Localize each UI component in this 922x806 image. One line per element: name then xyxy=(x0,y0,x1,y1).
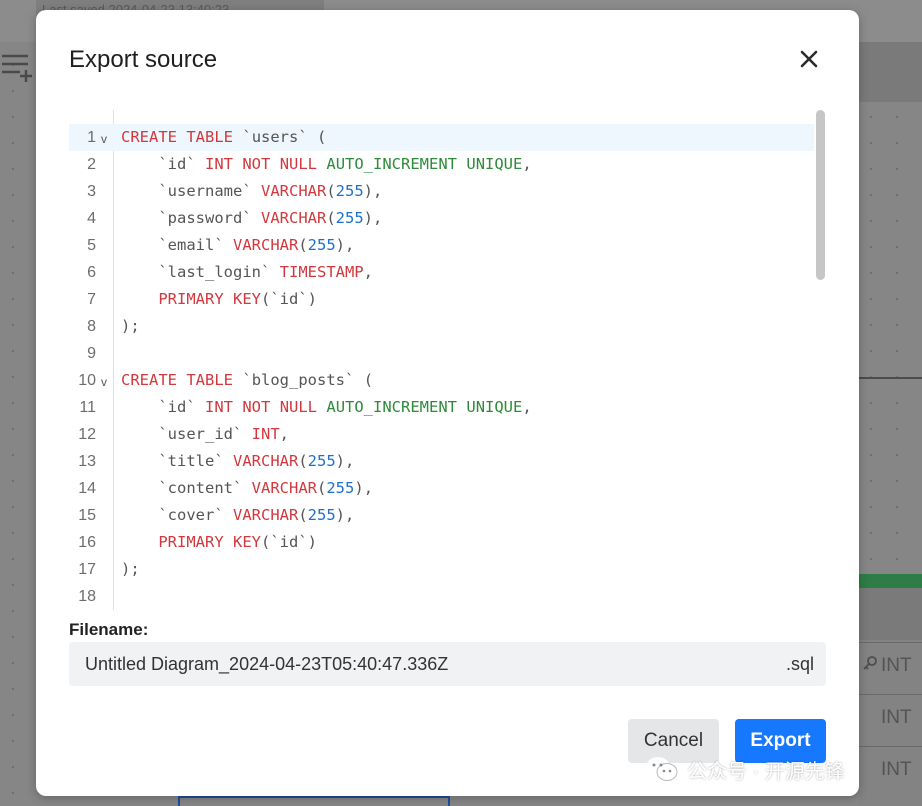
field-type: INT xyxy=(881,707,912,728)
line-number: 11 xyxy=(79,399,96,416)
table-row[interactable]: INT xyxy=(859,694,922,741)
code-text: `id` INT NOT NULL AUTO_INCREMENT UNIQUE, xyxy=(158,398,532,416)
wechat-icon xyxy=(646,757,678,781)
code-line[interactable]: 18 xyxy=(69,583,814,610)
line-number: 4 xyxy=(87,210,96,227)
code-text: `last_login` TIMESTAMP, xyxy=(158,263,373,281)
fold-toggle-icon[interactable]: v xyxy=(101,126,107,153)
code-text: `cover` VARCHAR(255), xyxy=(158,506,355,524)
filename-label: Filename: xyxy=(69,620,149,639)
code-text: PRIMARY KEY(`id`) xyxy=(158,533,318,551)
code-text: CREATE TABLE `users` ( xyxy=(121,128,327,146)
line-number: 6 xyxy=(87,264,96,281)
code-line[interactable]: 14 `content` VARCHAR(255), xyxy=(69,475,814,502)
code-line[interactable]: 10 v CREATE TABLE `blog_posts` ( xyxy=(69,367,814,394)
editor-scrollbar[interactable] xyxy=(816,110,825,280)
line-number: 5 xyxy=(87,237,96,254)
code-text: `content` VARCHAR(255), xyxy=(158,479,374,497)
watermark: 公众号 · 开源先锋 xyxy=(645,752,845,786)
line-number: 8 xyxy=(87,318,96,335)
code-text: CREATE TABLE `blog_posts` ( xyxy=(121,371,374,389)
table-row[interactable]: INT xyxy=(859,746,922,793)
code-line[interactable]: 15 `cover` VARCHAR(255), xyxy=(69,502,814,529)
code-text: `user_id` INT, xyxy=(158,425,290,443)
code-text: `email` VARCHAR(255), xyxy=(158,236,355,254)
code-line[interactable]: 12 `user_id` INT, xyxy=(69,421,814,448)
code-text: `username` VARCHAR(255), xyxy=(158,182,383,200)
line-number: 1 xyxy=(87,129,96,146)
key-icon xyxy=(859,644,881,689)
line-number: 10 xyxy=(78,372,96,389)
code-line[interactable]: 5 `email` VARCHAR(255), xyxy=(69,232,814,259)
line-number: 3 xyxy=(87,183,96,200)
code-line[interactable]: 1 v CREATE TABLE `users` ( xyxy=(69,124,814,151)
code-line[interactable]: 4 `password` VARCHAR(255), xyxy=(69,205,814,232)
code-line[interactable]: 3 `username` VARCHAR(255), xyxy=(69,178,814,205)
code-line[interactable]: 13 `title` VARCHAR(255), xyxy=(69,448,814,475)
table-row[interactable]: INT xyxy=(859,642,922,689)
table-header xyxy=(859,588,922,640)
code-line[interactable]: 17); xyxy=(69,556,814,583)
code-text: ); xyxy=(121,560,140,578)
code-line[interactable]: 2 `id` INT NOT NULL AUTO_INCREMENT UNIQU… xyxy=(69,151,814,178)
line-number: 14 xyxy=(78,480,96,497)
close-button[interactable] xyxy=(796,46,822,72)
line-number: 9 xyxy=(87,345,96,362)
add-table-icon[interactable] xyxy=(0,50,36,86)
code-line[interactable]: 7 PRIMARY KEY(`id`) xyxy=(69,286,814,313)
relationship-line xyxy=(859,377,922,379)
code-text: `password` VARCHAR(255), xyxy=(158,209,383,227)
export-source-modal: Export source 1 v CREATE TABLE `users` (2 … xyxy=(36,10,859,796)
code-editor[interactable]: 1 v CREATE TABLE `users` (2 `id` INT NOT N… xyxy=(69,110,827,610)
code-line[interactable]: 11 `id` INT NOT NULL AUTO_INCREMENT UNIQ… xyxy=(69,394,814,421)
line-number: 18 xyxy=(78,588,96,605)
code-line[interactable]: 8); xyxy=(69,313,814,340)
line-number: 2 xyxy=(87,156,96,173)
code-line[interactable]: 9 xyxy=(69,340,814,367)
code-text: ); xyxy=(121,317,140,335)
fold-toggle-icon[interactable]: v xyxy=(101,369,107,396)
line-number: 15 xyxy=(78,507,96,524)
filename-extension: .sql xyxy=(785,654,814,674)
table-color-bar xyxy=(859,574,922,588)
code-text: PRIMARY KEY(`id`) xyxy=(158,290,318,308)
code-line[interactable]: 6 `last_login` TIMESTAMP, xyxy=(69,259,814,286)
modal-title: Export source xyxy=(69,46,218,73)
line-number: 17 xyxy=(78,561,96,578)
line-number: 12 xyxy=(78,426,96,443)
line-number: 7 xyxy=(87,291,96,308)
code-text: `title` VARCHAR(255), xyxy=(158,452,355,470)
field-type: INT xyxy=(881,655,912,676)
code-line[interactable]: 16 PRIMARY KEY(`id`) xyxy=(69,529,814,556)
right-panel xyxy=(859,42,922,102)
line-number: 13 xyxy=(78,453,96,470)
field-type: INT xyxy=(881,759,912,780)
selected-table-outline xyxy=(178,796,450,806)
watermark-text: 公众号 · 开源先锋 xyxy=(687,760,845,783)
close-icon xyxy=(800,50,818,68)
filename-field[interactable]: .sql xyxy=(69,642,826,686)
table-node[interactable]: INT INT INT xyxy=(859,574,922,806)
line-number: 16 xyxy=(78,534,96,551)
filename-input[interactable] xyxy=(85,642,775,686)
code-text: `id` INT NOT NULL AUTO_INCREMENT UNIQUE, xyxy=(158,155,532,173)
